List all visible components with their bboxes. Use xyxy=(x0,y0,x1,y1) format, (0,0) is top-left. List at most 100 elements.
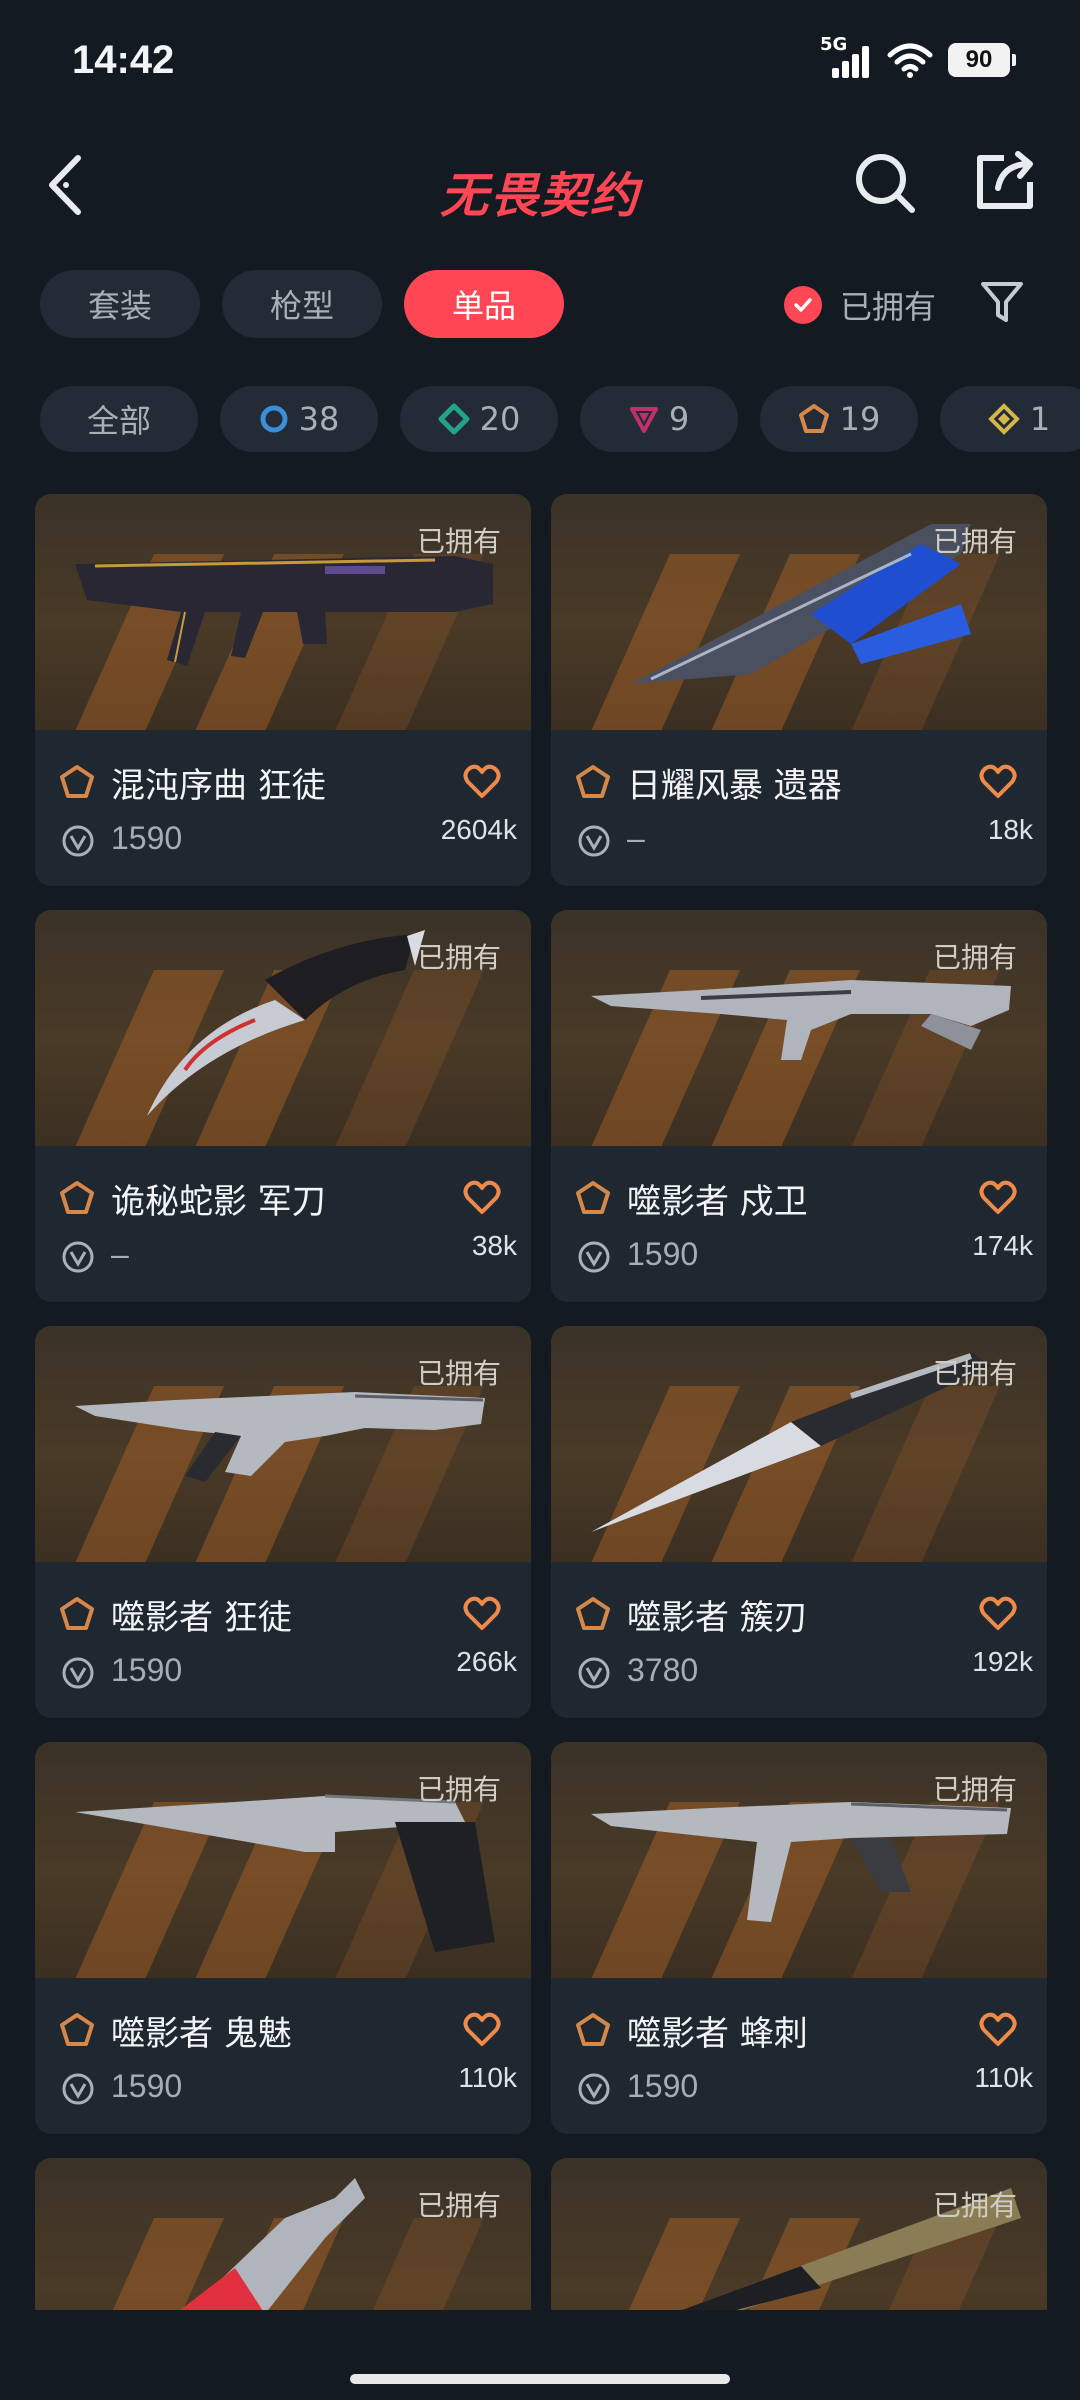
chip-all[interactable]: 全部 xyxy=(40,386,198,452)
like-count: 174k xyxy=(972,1230,1033,1261)
skin-card[interactable]: 已拥有 噬影者 鬼魅 1590 110k xyxy=(35,1742,531,2134)
tab-bundles[interactable]: 套装 xyxy=(40,270,201,338)
cellular-signal-icon: 5G xyxy=(820,34,872,80)
skin-card[interactable]: 已拥有 xyxy=(551,2158,1047,2314)
skin-card[interactable]: 已拥有 噬影者 狂徒 1590 266k xyxy=(35,1326,531,1718)
like-count: 110k xyxy=(458,2062,517,2093)
rhombus-rarity-icon xyxy=(987,403,1020,435)
skin-name: 噬影者 鬼魅 xyxy=(111,2014,292,2054)
like-count: 18k xyxy=(987,814,1033,845)
skin-price: 1590 xyxy=(111,1652,183,1688)
chip-deluxe-tier[interactable]: 20 xyxy=(400,386,558,452)
chip-premium-tier[interactable]: 9 xyxy=(580,386,738,452)
owned-tag: 已拥有 xyxy=(416,1773,501,1806)
like-count: 266k xyxy=(456,1646,517,1677)
pentagon-rarity-icon xyxy=(60,2013,94,2046)
valorant-points-icon xyxy=(578,1657,610,1689)
pentagon-rarity-icon xyxy=(576,2013,610,2046)
owned-tag: 已拥有 xyxy=(416,941,501,974)
skin-grid: 已拥有 混沌序曲 狂徒 1590 2604k 已拥有 日耀风暴 遗器 – 18k xyxy=(35,494,1047,2314)
heart-icon[interactable] xyxy=(463,764,501,800)
valorant-points-icon xyxy=(578,1241,610,1273)
home-indicator[interactable] xyxy=(350,2374,730,2384)
owned-filter-label: 已拥有 xyxy=(840,288,937,326)
skin-name: 噬影者 狂徒 xyxy=(111,1598,292,1638)
heart-icon[interactable] xyxy=(463,1596,501,1632)
valorant-points-icon xyxy=(62,1241,94,1273)
skin-price: – xyxy=(627,820,645,856)
pentagon-rarity-icon xyxy=(576,1181,610,1214)
chip-select-tier[interactable]: 38 xyxy=(220,386,378,452)
checkmark-icon xyxy=(784,286,822,324)
rarity-filter-chips: 全部 38 20 9 19 1 xyxy=(40,386,1080,452)
skin-price: 1590 xyxy=(627,1236,699,1272)
heart-icon[interactable] xyxy=(979,1180,1017,1216)
skin-card[interactable]: 已拥有 噬影者 簇刃 3780 192k xyxy=(551,1326,1047,1718)
chip-label: 20 xyxy=(479,400,521,438)
bottom-safe-area xyxy=(0,2310,1080,2400)
valorant-points-icon xyxy=(578,2073,610,2105)
tab-single-items[interactable]: 单品 xyxy=(404,270,565,338)
heart-icon[interactable] xyxy=(979,1596,1017,1632)
owned-tag: 已拥有 xyxy=(416,1357,501,1390)
top-app-bar: 无畏契约 xyxy=(0,130,1080,240)
skin-card[interactable]: 已拥有 噬影者 蜂刺 1590 110k xyxy=(551,1742,1047,2134)
network-type: 5G xyxy=(820,34,848,55)
wifi-icon xyxy=(887,43,933,78)
heart-icon[interactable] xyxy=(979,764,1017,800)
battery-indicator: 90 xyxy=(948,43,1016,77)
skin-price: 1590 xyxy=(111,820,183,856)
status-bar: 14:42 5G 90 xyxy=(0,0,1080,130)
diamond-rarity-icon xyxy=(438,403,470,435)
status-icons: 5G 90 xyxy=(820,34,1016,80)
skin-price: – xyxy=(111,1236,129,1272)
chip-label: 19 xyxy=(839,400,881,438)
skin-card[interactable]: 已拥有 xyxy=(35,2158,531,2314)
tab-weapon-types[interactable]: 枪型 xyxy=(222,270,383,338)
pentagon-rarity-icon xyxy=(60,765,94,798)
skin-name: 噬影者 簇刃 xyxy=(627,1598,808,1638)
owned-tag: 已拥有 xyxy=(416,525,501,558)
skin-price: 1590 xyxy=(627,2068,699,2104)
valorant-points-icon xyxy=(62,825,94,857)
heart-icon[interactable] xyxy=(463,2012,501,2048)
filter-funnel-icon[interactable] xyxy=(980,280,1024,326)
owned-tag: 已拥有 xyxy=(932,2189,1017,2222)
skin-thumbnail xyxy=(551,2158,1047,2314)
share-icon[interactable] xyxy=(974,148,1036,214)
page-title: 无畏契约 xyxy=(439,168,640,224)
chip-label: 38 xyxy=(298,400,340,438)
pentagon-rarity-icon xyxy=(798,404,829,433)
pentagon-rarity-icon xyxy=(576,1597,610,1630)
heart-icon[interactable] xyxy=(463,1180,501,1216)
skin-name: 混沌序曲 狂徒 xyxy=(111,766,326,806)
status-time: 14:42 xyxy=(72,38,175,82)
category-tabs: 套装 枪型 单品 xyxy=(40,270,565,338)
owned-tag: 已拥有 xyxy=(416,2189,501,2222)
triangle-rarity-icon xyxy=(629,407,658,433)
melee-skin-image xyxy=(175,2178,365,2314)
skin-card[interactable]: 已拥有 日耀风暴 遗器 – 18k xyxy=(551,494,1047,886)
skin-price: 3780 xyxy=(627,1652,699,1688)
chip-label: 1 xyxy=(1029,400,1051,438)
heart-icon[interactable] xyxy=(979,2012,1017,2048)
chip-exclusive-tier[interactable]: 19 xyxy=(760,386,918,452)
like-count: 2604k xyxy=(440,814,517,845)
chip-label: 9 xyxy=(668,400,690,438)
chip-label: 全部 xyxy=(86,402,151,440)
circle-rarity-icon xyxy=(260,405,288,433)
skin-name: 诡秘蛇影 军刀 xyxy=(111,1182,326,1222)
owned-tag: 已拥有 xyxy=(932,1357,1017,1390)
like-count: 38k xyxy=(471,1230,517,1261)
skin-card[interactable]: 已拥有 噬影者 戍卫 1590 174k xyxy=(551,910,1047,1302)
pentagon-rarity-icon xyxy=(60,1597,94,1630)
owned-tag: 已拥有 xyxy=(932,1773,1017,1806)
owned-tag: 已拥有 xyxy=(932,941,1017,974)
skin-price: 1590 xyxy=(111,2068,183,2104)
skin-card[interactable]: 已拥有 混沌序曲 狂徒 1590 2604k xyxy=(35,494,531,886)
skin-name: 日耀风暴 遗器 xyxy=(627,766,842,806)
skin-card[interactable]: 已拥有 诡秘蛇影 军刀 – 38k xyxy=(35,910,531,1302)
search-icon[interactable] xyxy=(852,150,918,216)
owned-filter-toggle[interactable]: 已拥有 xyxy=(784,282,936,328)
chip-ultra-tier[interactable]: 1 xyxy=(940,386,1080,452)
